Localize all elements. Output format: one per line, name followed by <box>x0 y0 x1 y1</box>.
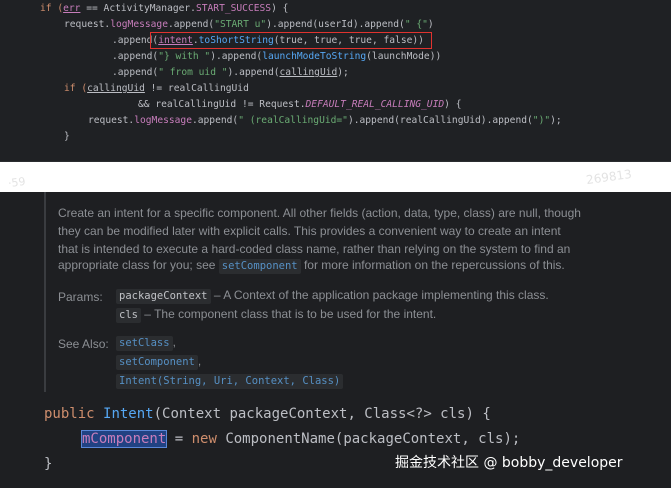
credit-watermark: 掘金技术社区 @ bobby_developer <box>395 455 623 471</box>
code-line-assignment: mComponent = new ComponentName(packageCo… <box>80 430 521 448</box>
params-label: Params: <box>58 290 103 304</box>
param-2-name: cls <box>116 308 141 323</box>
editor-gutter <box>0 0 8 161</box>
link-setcomponent[interactable]: setComponent <box>218 259 301 274</box>
link-setcomponent-2[interactable]: setComponent <box>116 355 198 370</box>
see-also-3: Intent(String, Uri, Context, Class) <box>116 371 344 389</box>
link-intent-constructor[interactable]: Intent(String, Uri, Context, Class) <box>116 374 344 389</box>
selected-field[interactable]: mComponent <box>80 430 168 448</box>
code-line-constructor: public Intent(Context packageContext, Cl… <box>44 406 491 422</box>
see-also-label: See Also: <box>58 337 109 351</box>
code-line-6: if (callingUid != realCallingUid <box>64 83 249 94</box>
param-1-name: packageContext <box>116 289 211 304</box>
code-line-7: && realCallingUid != Request.DEFAULT_REA… <box>138 99 462 110</box>
link-setclass[interactable]: setClass <box>116 336 173 351</box>
watermark-left: ·59 <box>7 174 27 191</box>
code-editor-bottom: Create an intent for a specific componen… <box>0 192 671 488</box>
doc-rail <box>44 192 46 392</box>
doc-line-1: Create an intent for a specific componen… <box>58 206 581 220</box>
code-editor-top: if (err == ActivityManager.START_SUCCESS… <box>0 0 671 162</box>
watermark-right: 269813 <box>585 166 633 188</box>
highlight-box <box>150 32 432 49</box>
code-line-1: if (err == ActivityManager.START_SUCCESS… <box>40 3 289 14</box>
param-1: packageContext – A Context of the applic… <box>116 286 549 304</box>
code-line-close: } <box>44 456 53 472</box>
doc-line-4: appropriate class for you; see setCompon… <box>58 258 565 274</box>
see-also-1: setClass, <box>116 333 176 351</box>
code-line-4: .append("} with ").append(launchModeToSt… <box>112 51 442 62</box>
code-line-2: request.logMessage.append("START u").app… <box>64 19 434 30</box>
code-line-5: .append(" from uid ").append(callingUid)… <box>112 67 349 78</box>
code-line-8: request.logMessage.append(" (realCalling… <box>88 115 562 126</box>
doc-line-2: they can be modified later with explicit… <box>58 224 561 238</box>
see-also-2: setComponent, <box>116 352 201 370</box>
param-2: cls – The component class that is to be … <box>116 305 436 323</box>
code-line-9: } <box>64 131 70 142</box>
